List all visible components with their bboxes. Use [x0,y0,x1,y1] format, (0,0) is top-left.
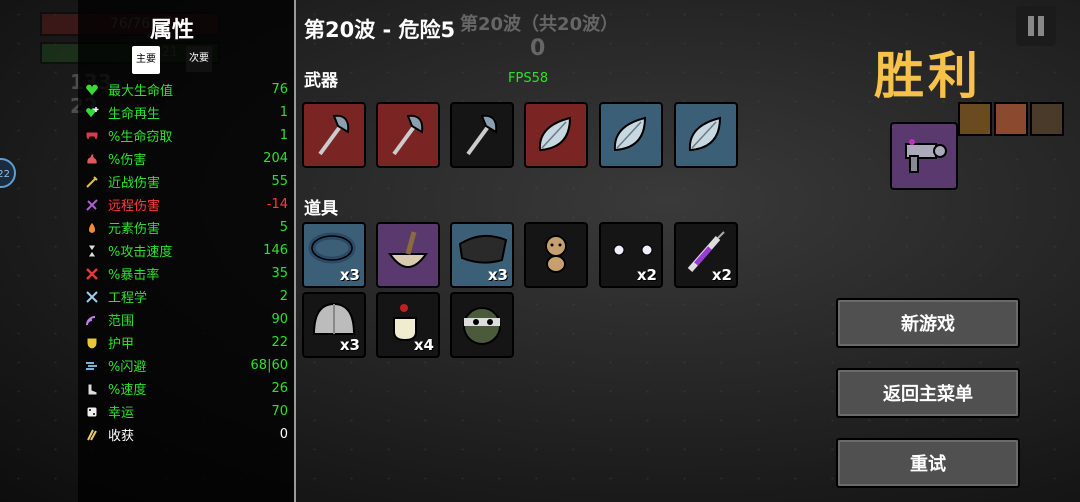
item-slot[interactable] [376,222,440,288]
dodge-icon [84,358,100,374]
leaf-blade-icon [688,116,722,152]
stat-row: 范围 90 [84,308,288,331]
stat-row: 生命再生 1 [84,101,288,124]
crosshair-icon [84,197,100,213]
muscle-icon [84,151,100,167]
weapon-slot[interactable] [376,102,440,168]
pause-icon [1028,16,1034,36]
crit-icon [84,266,100,282]
leaf-blade-icon [538,116,572,152]
stat-row: 幸运 70 [84,400,288,423]
wrench-icon [84,289,100,305]
harvest-icon [84,427,100,443]
flame-icon [84,220,100,236]
stat-list: 最大生命值 76 生命再生 1 %生命窃取 1 %伤害 204 近战伤害 55 远程伤害 -… [84,78,288,446]
sword-icon [84,174,100,190]
axe-icon [466,114,498,156]
tab-primary[interactable]: 主要 [132,46,160,74]
crate-icon [958,102,992,136]
axe-icon [318,114,350,156]
stat-row: %生命窃取 1 [84,124,288,147]
monkey-icon [545,235,567,273]
stat-row: %闪避 68|60 [84,354,288,377]
crate-icon [994,102,1028,136]
stats-title: 属性 [150,18,195,43]
item-slot[interactable]: x3 [302,292,366,358]
item-slot[interactable] [524,222,588,288]
stat-row: %攻击速度 146 [84,239,288,262]
stat-row: 护甲 22 [84,331,288,354]
shield-icon [84,335,100,351]
weapon-slot[interactable] [450,102,514,168]
item-slot[interactable]: x2 [599,222,663,288]
fang-icon [84,128,100,144]
stat-row: %速度 26 [84,377,288,400]
weapons-label: 武器 [304,71,338,91]
item-slot[interactable]: x3 [302,222,366,288]
hourglass-icon [84,243,100,259]
dice-icon [84,404,100,420]
wave-title: 第20波 - 危险5 [304,18,456,42]
weapon-slot[interactable] [674,102,738,168]
tab-secondary[interactable]: 次要 [186,46,212,72]
range-icon [84,312,100,328]
stat-row: %伤害 204 [84,147,288,170]
retry-button[interactable]: 重试 [836,438,1020,488]
new-game-button[interactable]: 新游戏 [836,298,1020,348]
wave-timer-ghost: 0 [530,36,546,61]
item-slot[interactable]: x4 [376,292,440,358]
weapon-slot[interactable] [599,102,663,168]
stat-row: 最大生命值 76 [84,78,288,101]
boot-icon [84,381,100,397]
reward-item-slot[interactable] [890,122,958,190]
weapon-slot[interactable] [524,102,588,168]
ninja-head-icon [463,307,501,345]
stat-row: 收获 0 [84,423,288,446]
stat-row: 近战伤害 55 [84,170,288,193]
pause-button[interactable] [1016,6,1056,46]
stat-row: 远程伤害 -14 [84,193,288,216]
stat-row: 元素伤害 5 [84,216,288,239]
item-slot[interactable] [450,292,514,358]
wave-progress-ghost: 第20波（共20波） [460,14,619,35]
item-slot[interactable]: x3 [450,222,514,288]
leaf-blade-icon [613,116,647,152]
crate-icon [1030,102,1064,136]
panel-divider [294,0,296,502]
stat-row: %暴击率 35 [84,262,288,285]
mortar-icon [388,231,428,268]
items-label: 道具 [304,199,338,219]
victory-title: 胜利 [874,47,982,105]
item-slot[interactable]: x2 [674,222,738,288]
fps-counter: FPS58 [508,71,549,86]
heart-plus-icon [84,105,100,121]
stat-row: 工程学 2 [84,285,288,308]
main-menu-button[interactable]: 返回主菜单 [836,368,1020,418]
axe-icon [392,114,424,156]
heart-icon [84,82,100,98]
weapon-slot[interactable] [302,102,366,168]
laser-gun-icon [905,139,947,173]
